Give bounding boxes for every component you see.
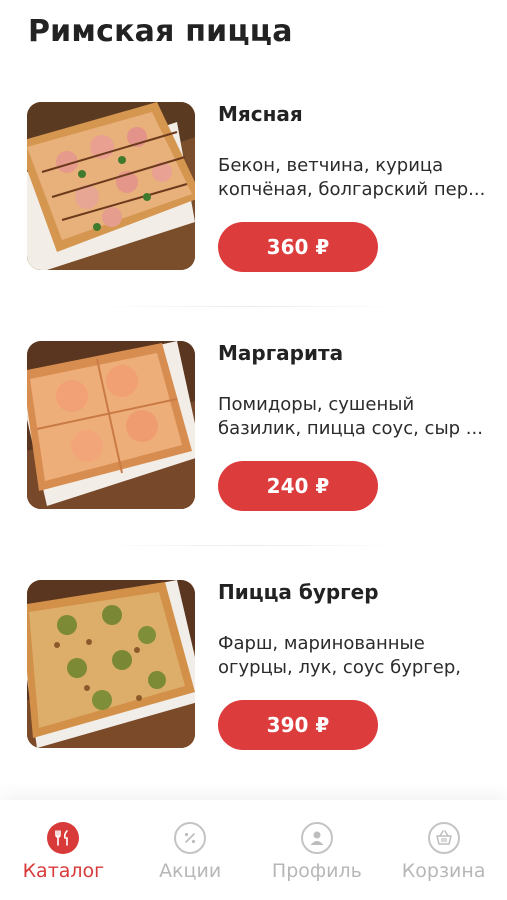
price-button[interactable]: 390 ₽ [218,700,378,750]
catalog-icon [47,822,80,854]
nav-label-profile: Профиль [271,860,362,882]
nav-label-promotions: Акции [159,860,222,882]
meat-pizza-photo[interactable] [27,102,195,270]
basket-icon [427,822,460,854]
product-card-burger[interactable]: Пицца бургер Фарш, маринованные огурцы, … [0,562,507,752]
profile-icon [300,822,333,854]
person-glyph [310,831,324,845]
nav-item-catalog[interactable]: Каталог [0,800,126,900]
product-description: Помидоры, сушеный базилик, пицца соус, с… [218,394,483,439]
catalog-screen: Римская пицца Мясная Бекон, ветчина, кур… [0,0,507,900]
meat-pizza-illustration [27,102,195,270]
nav-label-catalog: Каталог [22,860,105,882]
nav-item-cart[interactable]: Корзина [381,800,507,900]
nav-item-profile[interactable]: Профиль [254,800,380,900]
burger-pizza-illustration [27,580,195,748]
nav-item-promotions[interactable]: Акции [127,800,253,900]
product-description: Фарш, маринованные огурцы, лук, соус бур… [218,633,461,678]
price-button[interactable]: 240 ₽ [218,461,378,511]
product-card-meat[interactable]: Мясная Бекон, ветчина, курица копчёная, … [0,84,507,274]
fork-knife-glyph [55,830,69,846]
margherita-pizza-photo[interactable] [27,341,195,509]
percent-glyph [185,832,196,844]
product-name: Маргарита [218,341,344,365]
margherita-pizza-illustration [27,341,195,509]
burger-pizza-photo[interactable] [27,580,195,748]
product-card-margherita[interactable]: Маргарита Помидоры, сушеный базилик, пиц… [0,323,507,513]
nav-label-cart: Корзина [401,860,486,882]
bottom-navigation: Каталог Акции Профиль Корзина [0,800,507,900]
divider [100,545,400,546]
price-button[interactable]: 360 ₽ [218,222,378,272]
page-title: Римская пицца [28,14,293,49]
discount-icon [174,822,207,854]
product-description: Бекон, ветчина, курица копчёная, болгарс… [218,155,486,200]
product-name: Пицца бургер [218,580,379,604]
divider [100,306,400,307]
product-name: Мясная [218,102,303,126]
basket-glyph [435,830,452,845]
